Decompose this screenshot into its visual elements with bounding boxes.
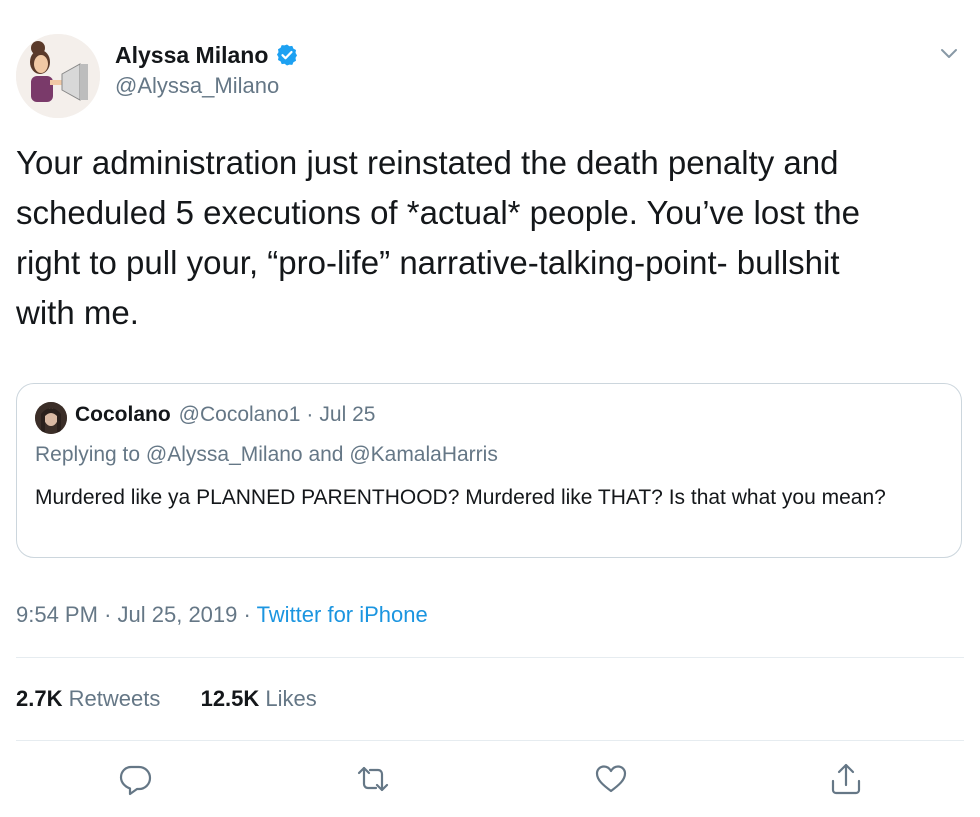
quoted-tweet-card[interactable]: Cocolano @Cocolano1 · Jul 25 Replying to… — [16, 383, 962, 558]
quoted-tweet-text: Murdered like ya PLANNED PARENTHOOD? Mur… — [35, 486, 886, 509]
share-icon — [831, 763, 861, 795]
tweet-stats: 2.7K Retweets 12.5K Likes — [16, 686, 317, 712]
retweet-icon — [357, 766, 389, 792]
author-name-row: Alyssa Milano — [115, 40, 299, 70]
tweet-source-link[interactable]: Twitter for iPhone — [257, 602, 428, 627]
quoted-replying-to: Replying to @Alyssa_Milano and @KamalaHa… — [35, 443, 498, 466]
quoted-tweet-date: Jul 25 — [319, 403, 376, 426]
verified-badge-icon — [275, 43, 299, 67]
quoted-separator: · — [306, 403, 314, 426]
retweet-button[interactable] — [356, 762, 390, 796]
likes-stat[interactable]: 12.5K Likes — [201, 686, 317, 711]
tweet-meta: 9:54 PM · Jul 25, 2019 · Twitter for iPh… — [16, 602, 428, 628]
retweets-count: 2.7K — [16, 686, 63, 711]
author-name[interactable]: Alyssa Milano — [115, 42, 268, 69]
share-button[interactable] — [829, 762, 863, 796]
likes-label: Likes — [265, 686, 317, 711]
like-icon — [595, 765, 627, 793]
quoted-tweet-header: Cocolano @Cocolano1 · Jul 25 — [75, 403, 375, 427]
tweet-time[interactable]: 9:54 PM — [16, 602, 98, 627]
more-options-chevron-down-icon[interactable] — [938, 42, 960, 64]
likes-count: 12.5K — [200, 686, 260, 711]
meta-separator: · — [243, 602, 251, 627]
like-button[interactable] — [594, 762, 628, 796]
retweets-label: Retweets — [68, 686, 161, 711]
divider — [16, 740, 964, 741]
divider — [16, 657, 964, 658]
author-avatar[interactable]: ~ — [16, 34, 100, 118]
svg-text:~: ~ — [24, 106, 30, 114]
retweets-stat[interactable]: 2.7K Retweets — [16, 686, 166, 711]
quoted-author-avatar — [35, 402, 67, 434]
reply-icon — [119, 765, 152, 796]
author-handle[interactable]: @Alyssa_Milano — [115, 73, 279, 99]
meta-separator: · — [104, 602, 112, 627]
tweet-date[interactable]: Jul 25, 2019 — [118, 602, 238, 627]
tweet-text: Your administration just reinstated the … — [16, 144, 860, 331]
quoted-author-name: Cocolano — [75, 403, 171, 426]
quoted-author-handle: @Cocolano1 — [178, 403, 301, 426]
avatar-illustration: ~ — [16, 34, 100, 118]
reply-button[interactable] — [118, 762, 152, 796]
